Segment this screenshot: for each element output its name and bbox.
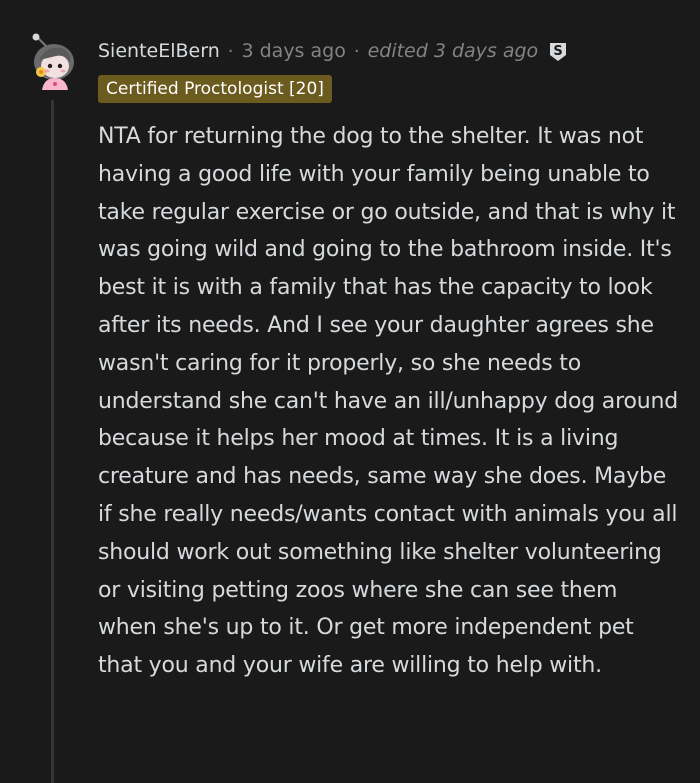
comment-header: SienteElBern · 3 days ago · edited 3 day…	[98, 36, 570, 66]
comment-body: NTA for returning the dog to the shelter…	[98, 118, 678, 685]
user-flair: Certified Proctologist [20]	[98, 75, 332, 103]
edited-time: edited 3 days ago	[367, 40, 539, 62]
comment-text: NTA for returning the dog to the shelter…	[98, 124, 678, 679]
separator-dot: ·	[227, 40, 234, 62]
svg-text:S: S	[554, 44, 563, 59]
thread-line[interactable]	[51, 100, 54, 783]
comment: SienteElBern · 3 days ago · edited 3 day…	[0, 0, 700, 783]
snoo-avatar-icon	[32, 33, 74, 90]
separator-dot: ·	[353, 40, 360, 62]
award-badge-icon[interactable]: S	[546, 39, 570, 63]
username-link[interactable]: SienteElBern	[98, 40, 220, 62]
posted-time[interactable]: 3 days ago	[241, 40, 345, 62]
avatar[interactable]	[24, 32, 84, 92]
